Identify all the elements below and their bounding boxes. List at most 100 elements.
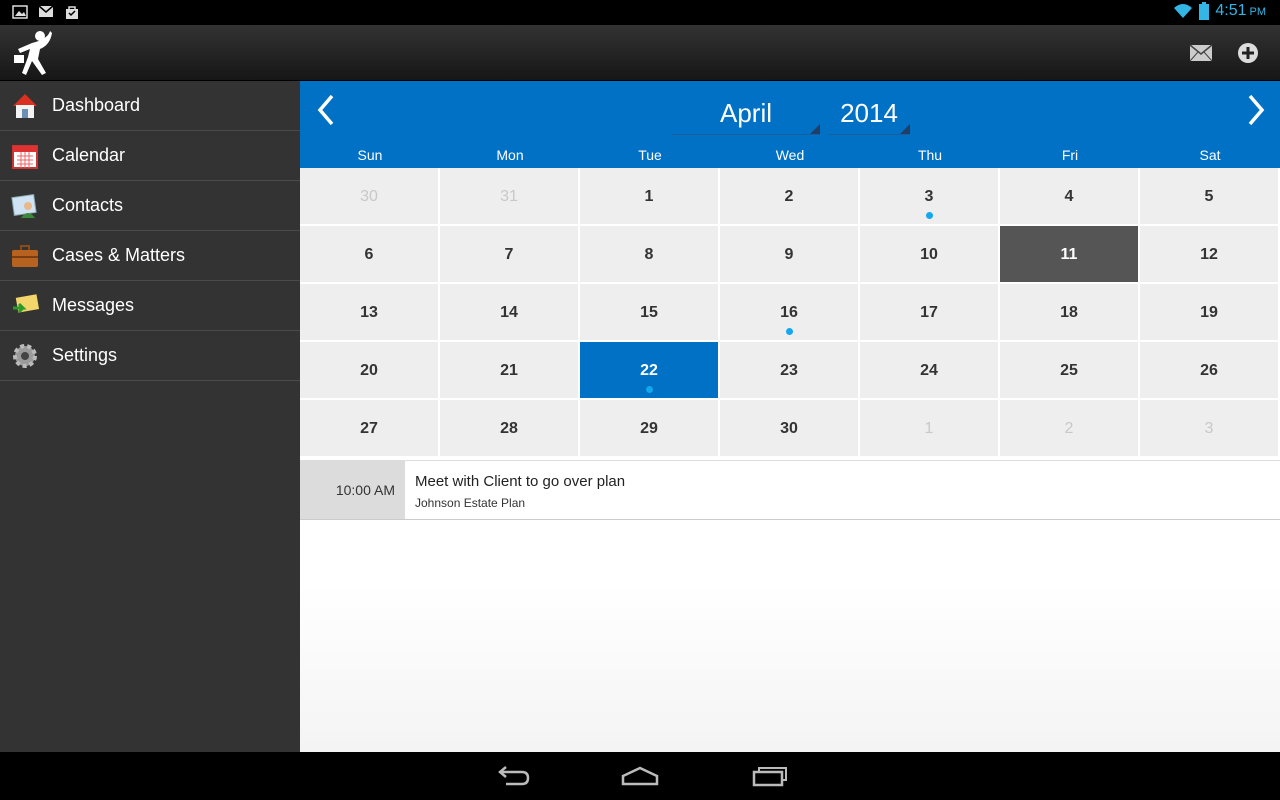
- gear-icon: [11, 342, 39, 370]
- day-cell-selected[interactable]: 22: [580, 342, 720, 400]
- status-bar: 4:51 PM: [0, 0, 1280, 25]
- day-number: 6: [364, 246, 374, 263]
- day-number: 23: [780, 362, 798, 379]
- chevron-right-icon: [1248, 94, 1265, 126]
- day-number: 1: [644, 188, 654, 205]
- day-number: 27: [360, 420, 378, 437]
- day-cell[interactable]: 6: [300, 226, 440, 284]
- day-cell[interactable]: 5: [1140, 168, 1280, 226]
- sidebar-item-settings[interactable]: Settings: [0, 331, 300, 381]
- day-cell[interactable]: 16: [720, 284, 860, 342]
- day-number: 10: [920, 246, 938, 263]
- day-number: 31: [500, 188, 518, 205]
- month-spinner[interactable]: April: [672, 95, 820, 135]
- add-icon: [1238, 43, 1258, 63]
- day-cell[interactable]: 27: [300, 400, 440, 458]
- day-number: 18: [1060, 304, 1078, 321]
- messages-icon: [11, 292, 39, 320]
- day-number: 5: [1204, 188, 1214, 205]
- day-number: 29: [640, 420, 658, 437]
- calendar-grid: 30 31 1 2 3 4 5 6 7 8 9 10 11 12 13 14 15 16 17 18 19 20 21 22 2…: [300, 168, 1280, 458]
- contacts-icon: [11, 192, 39, 220]
- day-cell[interactable]: 3: [1140, 400, 1280, 458]
- chevron-left-icon: [317, 94, 334, 126]
- year-spinner[interactable]: 2014: [828, 95, 910, 135]
- day-cell[interactable]: 25: [1000, 342, 1140, 400]
- day-cell[interactable]: 20: [300, 342, 440, 400]
- weekday-label: Sat: [1199, 147, 1221, 163]
- weekday-label: Mon: [496, 147, 524, 163]
- day-cell[interactable]: 1: [860, 400, 1000, 458]
- event-details: Meet with Client to go over plan Johnson…: [405, 461, 625, 519]
- calendar-header: April 2014 Sun Mon Tue Wed Thu Fri Sat: [300, 81, 1280, 168]
- day-cell[interactable]: 7: [440, 226, 580, 284]
- day-number: 22: [640, 362, 658, 379]
- day-cell[interactable]: 2: [720, 168, 860, 226]
- running-man-logo-icon: [14, 31, 52, 75]
- day-number: 14: [500, 304, 518, 321]
- day-number: 17: [920, 304, 938, 321]
- sidebar-item-messages[interactable]: Messages: [0, 281, 300, 331]
- day-number: 2: [1064, 420, 1074, 437]
- next-month-button[interactable]: [1242, 93, 1268, 127]
- sidebar-item-contacts[interactable]: Contacts: [0, 181, 300, 231]
- day-cell[interactable]: 13: [300, 284, 440, 342]
- prev-month-button[interactable]: [314, 93, 340, 127]
- day-cell[interactable]: 12: [1140, 226, 1280, 284]
- day-cell[interactable]: 29: [580, 400, 720, 458]
- system-nav-bar: [0, 752, 1280, 800]
- day-cell[interactable]: 1: [580, 168, 720, 226]
- day-cell[interactable]: 15: [580, 284, 720, 342]
- day-number: 16: [780, 304, 798, 321]
- home-nav-icon: [621, 766, 659, 786]
- day-cell[interactable]: 21: [440, 342, 580, 400]
- day-cell[interactable]: 10: [860, 226, 1000, 284]
- add-button[interactable]: [1234, 39, 1262, 67]
- event-title: Meet with Client to go over plan: [415, 473, 626, 490]
- recents-button[interactable]: [750, 764, 790, 788]
- app-logo[interactable]: [10, 29, 54, 77]
- weekday-label: Fri: [1061, 147, 1079, 163]
- day-cell[interactable]: 30: [720, 400, 860, 458]
- year-label: 2014: [840, 98, 898, 128]
- sidebar-item-label: Contacts: [52, 195, 124, 215]
- day-cell[interactable]: 31: [440, 168, 580, 226]
- day-cell[interactable]: 8: [580, 226, 720, 284]
- day-cell[interactable]: 14: [440, 284, 580, 342]
- day-number: 11: [1060, 246, 1078, 263]
- back-button[interactable]: [492, 764, 532, 788]
- sidebar-item-label: Dashboard: [52, 95, 141, 115]
- day-cell[interactable]: 9: [720, 226, 860, 284]
- sidebar-item-dashboard[interactable]: Dashboard: [0, 81, 300, 131]
- day-cell[interactable]: 19: [1140, 284, 1280, 342]
- sidebar-nav: Dashboard Calendar Contacts Cases & Matt…: [0, 81, 300, 752]
- day-cell[interactable]: 26: [1140, 342, 1280, 400]
- sidebar-item-label: Cases & Matters: [52, 245, 186, 265]
- calendar-panel: April 2014 Sun Mon Tue Wed Thu Fri Sat 3…: [300, 81, 1280, 752]
- sidebar-item-calendar[interactable]: Calendar: [0, 131, 300, 181]
- day-number: 3: [1204, 420, 1214, 437]
- day-number: 8: [644, 246, 654, 263]
- weekday-label: Thu: [917, 147, 943, 163]
- day-cell[interactable]: 3: [860, 168, 1000, 226]
- day-cell[interactable]: 2: [1000, 400, 1140, 458]
- day-cell[interactable]: 4: [1000, 168, 1140, 226]
- event-row[interactable]: 10:00 AM Meet with Client to go over pla…: [300, 460, 1280, 520]
- store-bag-icon: [66, 6, 78, 19]
- day-cell[interactable]: 28: [440, 400, 580, 458]
- sidebar-item-label: Settings: [52, 345, 118, 365]
- day-cell[interactable]: 23: [720, 342, 860, 400]
- day-cell-today[interactable]: 11: [1000, 226, 1140, 284]
- calendar-icon: [11, 142, 39, 170]
- home-icon: [11, 92, 39, 120]
- day-cell[interactable]: 24: [860, 342, 1000, 400]
- day-cell[interactable]: 18: [1000, 284, 1140, 342]
- day-number: 30: [780, 420, 798, 437]
- day-cell[interactable]: 30: [300, 168, 440, 226]
- sidebar-item-cases-matters[interactable]: Cases & Matters: [0, 231, 300, 281]
- home-button[interactable]: [620, 764, 660, 788]
- day-cell[interactable]: 17: [860, 284, 1000, 342]
- day-number: 4: [1064, 188, 1074, 205]
- mail-button[interactable]: [1187, 39, 1215, 67]
- event-time: 10:00 AM: [300, 461, 405, 519]
